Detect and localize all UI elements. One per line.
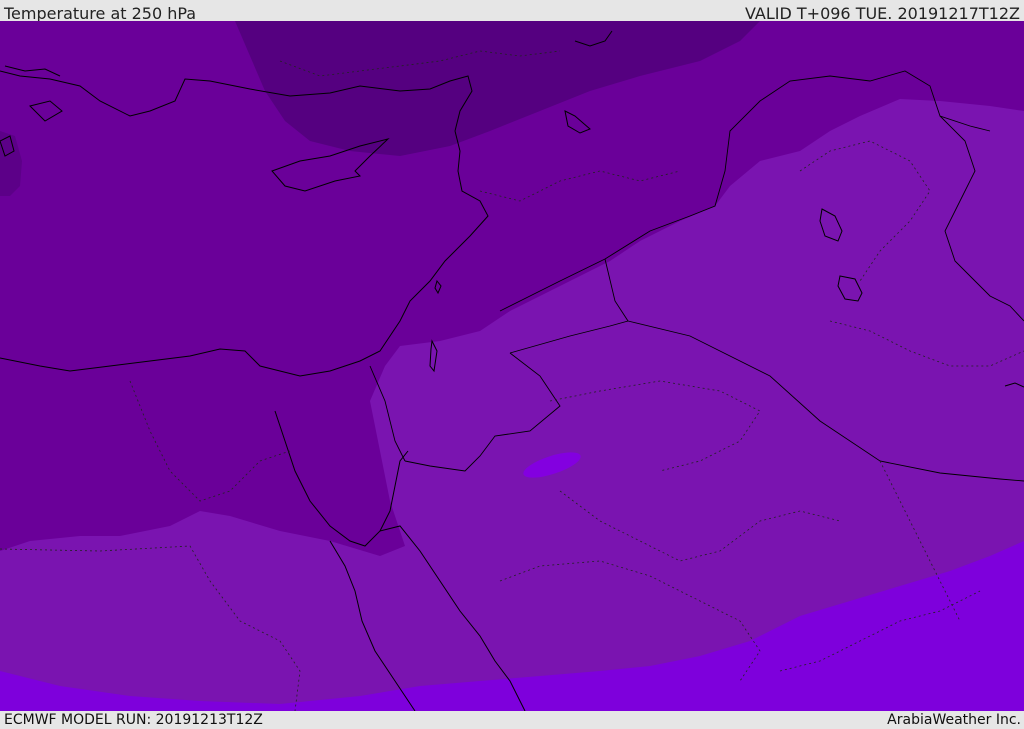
credit-text: ArabiaWeather Inc. [887,712,1021,728]
map-footer: ECMWF MODEL RUN: 20191213T12Z ArabiaWeat… [0,711,1024,729]
model-run: ECMWF MODEL RUN: 20191213T12Z [4,712,263,728]
map-canvas [0,21,1024,711]
temperature-map[interactable] [0,21,1024,711]
map-header: Temperature at 250 hPa VALID T+096 TUE. … [0,0,1024,23]
